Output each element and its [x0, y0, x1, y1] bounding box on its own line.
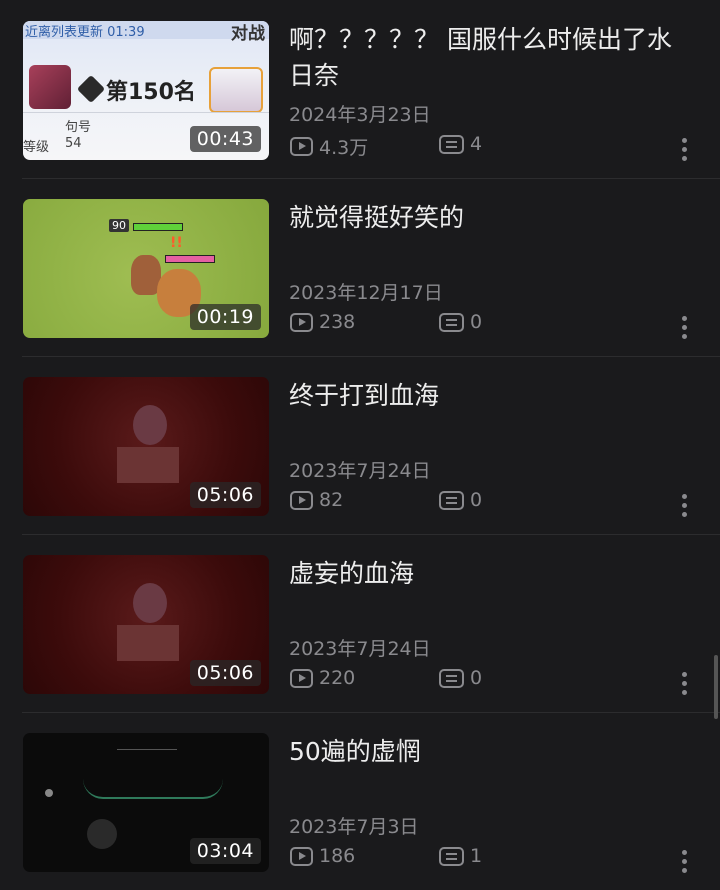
duration-badge: 03:04 — [189, 838, 261, 864]
comment-count: 4 — [439, 133, 482, 155]
alert-icon: !! — [170, 235, 183, 251]
thumb-dot — [45, 789, 53, 797]
rank-badge-icon — [76, 74, 106, 104]
video-title[interactable]: 终于打到血海 — [289, 378, 696, 414]
comment-icon — [439, 312, 464, 332]
video-thumbnail[interactable]: 05:06 — [23, 555, 269, 694]
video-item[interactable]: 05:06 虚妄的血海 2023年7月24日 220 0 — [0, 534, 720, 713]
duration-badge: 05:06 — [189, 660, 261, 686]
thumb-header-text: 近离列表更新 01:39 — [25, 25, 145, 39]
comment-count-value: 0 — [470, 667, 483, 689]
duration-badge: 05:06 — [189, 482, 261, 508]
thumb-circle — [87, 819, 117, 849]
thumb-line — [117, 749, 177, 750]
view-count: 82 — [290, 489, 343, 511]
view-count: 4.3万 — [290, 133, 368, 160]
level-badge: 90 — [109, 219, 129, 232]
video-title[interactable]: 虚妄的血海 — [289, 556, 696, 592]
play-count-icon — [290, 137, 313, 156]
health-bar — [133, 223, 183, 231]
game-logo — [83, 763, 223, 799]
play-count-icon — [290, 668, 313, 688]
comment-count: 0 — [439, 489, 482, 511]
comment-count-value: 4 — [470, 133, 483, 155]
play-count-icon — [290, 846, 313, 866]
video-thumbnail[interactable]: 90 !! 00:19 — [23, 199, 269, 338]
more-options-icon[interactable] — [682, 138, 688, 161]
comment-icon — [439, 490, 464, 510]
view-count: 220 — [290, 667, 355, 689]
view-count-value: 82 — [319, 489, 344, 511]
thumb-value-b: 54 — [65, 136, 82, 151]
duration-badge: 00:43 — [189, 126, 261, 152]
more-options-icon[interactable] — [682, 850, 688, 873]
video-date: 2024年3月23日 — [289, 104, 431, 126]
video-item[interactable]: 近离列表更新 01:39 对战 第150名 句号 等级 54 00:43 啊？？… — [0, 0, 720, 179]
view-count-value: 186 — [319, 845, 356, 867]
thumb-figure — [133, 583, 167, 623]
video-thumbnail[interactable]: 近离列表更新 01:39 对战 第150名 句号 等级 54 00:43 — [23, 21, 269, 160]
comment-count: 0 — [439, 311, 482, 333]
video-date: 2023年7月24日 — [289, 638, 431, 660]
video-date: 2023年7月24日 — [289, 460, 431, 482]
video-item[interactable]: 05:06 终于打到血海 2023年7月24日 82 0 — [0, 356, 720, 535]
enemy-health-bar — [165, 255, 215, 263]
comment-icon — [439, 846, 464, 866]
thumb-top-right: 对战 — [231, 24, 265, 44]
video-title[interactable]: 就觉得挺好笑的 — [289, 200, 696, 236]
scrollbar[interactable] — [714, 655, 718, 719]
video-thumbnail[interactable]: 05:06 — [23, 377, 269, 516]
comment-count: 0 — [439, 667, 482, 689]
comment-icon — [439, 668, 464, 688]
more-options-icon[interactable] — [682, 494, 688, 517]
comment-count-value: 0 — [470, 311, 483, 333]
video-item[interactable]: 90 !! 00:19 就觉得挺好笑的 2023年12月17日 238 0 — [0, 178, 720, 357]
view-count-value: 220 — [319, 667, 356, 689]
thumb-stage — [117, 625, 179, 661]
view-count: 238 — [290, 311, 355, 333]
video-thumbnail[interactable]: 03:04 — [23, 733, 269, 872]
thumb-label-b: 等级 — [23, 140, 50, 155]
view-count: 186 — [290, 845, 355, 867]
play-count-icon — [290, 490, 313, 510]
comment-count: 1 — [439, 845, 482, 867]
thumb-label-a: 句号 — [65, 120, 92, 135]
avatar — [29, 65, 71, 109]
video-title[interactable]: 啊？？？？？ 国服什么时候出了水日奈 — [289, 22, 696, 94]
comment-count-value: 1 — [470, 845, 483, 867]
video-title[interactable]: 50遍的虚惘 — [289, 734, 696, 770]
duration-badge: 00:19 — [189, 304, 261, 330]
thumb-stage — [117, 447, 179, 483]
thumb-divider — [23, 112, 269, 113]
comment-count-value: 0 — [470, 489, 483, 511]
thumb-figure — [133, 405, 167, 445]
video-item[interactable]: 03:04 50遍的虚惘 2023年7月3日 186 1 — [0, 712, 720, 890]
more-options-icon[interactable] — [682, 672, 688, 695]
play-count-icon — [290, 312, 313, 332]
view-count-value: 238 — [319, 311, 356, 333]
video-date: 2023年12月17日 — [289, 282, 443, 304]
more-options-icon[interactable] — [682, 316, 688, 339]
view-count-value: 4.3万 — [319, 137, 369, 159]
character-card — [209, 67, 263, 113]
comment-icon — [439, 134, 464, 154]
video-date: 2023年7月3日 — [289, 816, 419, 838]
rank-text: 第150名 — [106, 80, 196, 105]
